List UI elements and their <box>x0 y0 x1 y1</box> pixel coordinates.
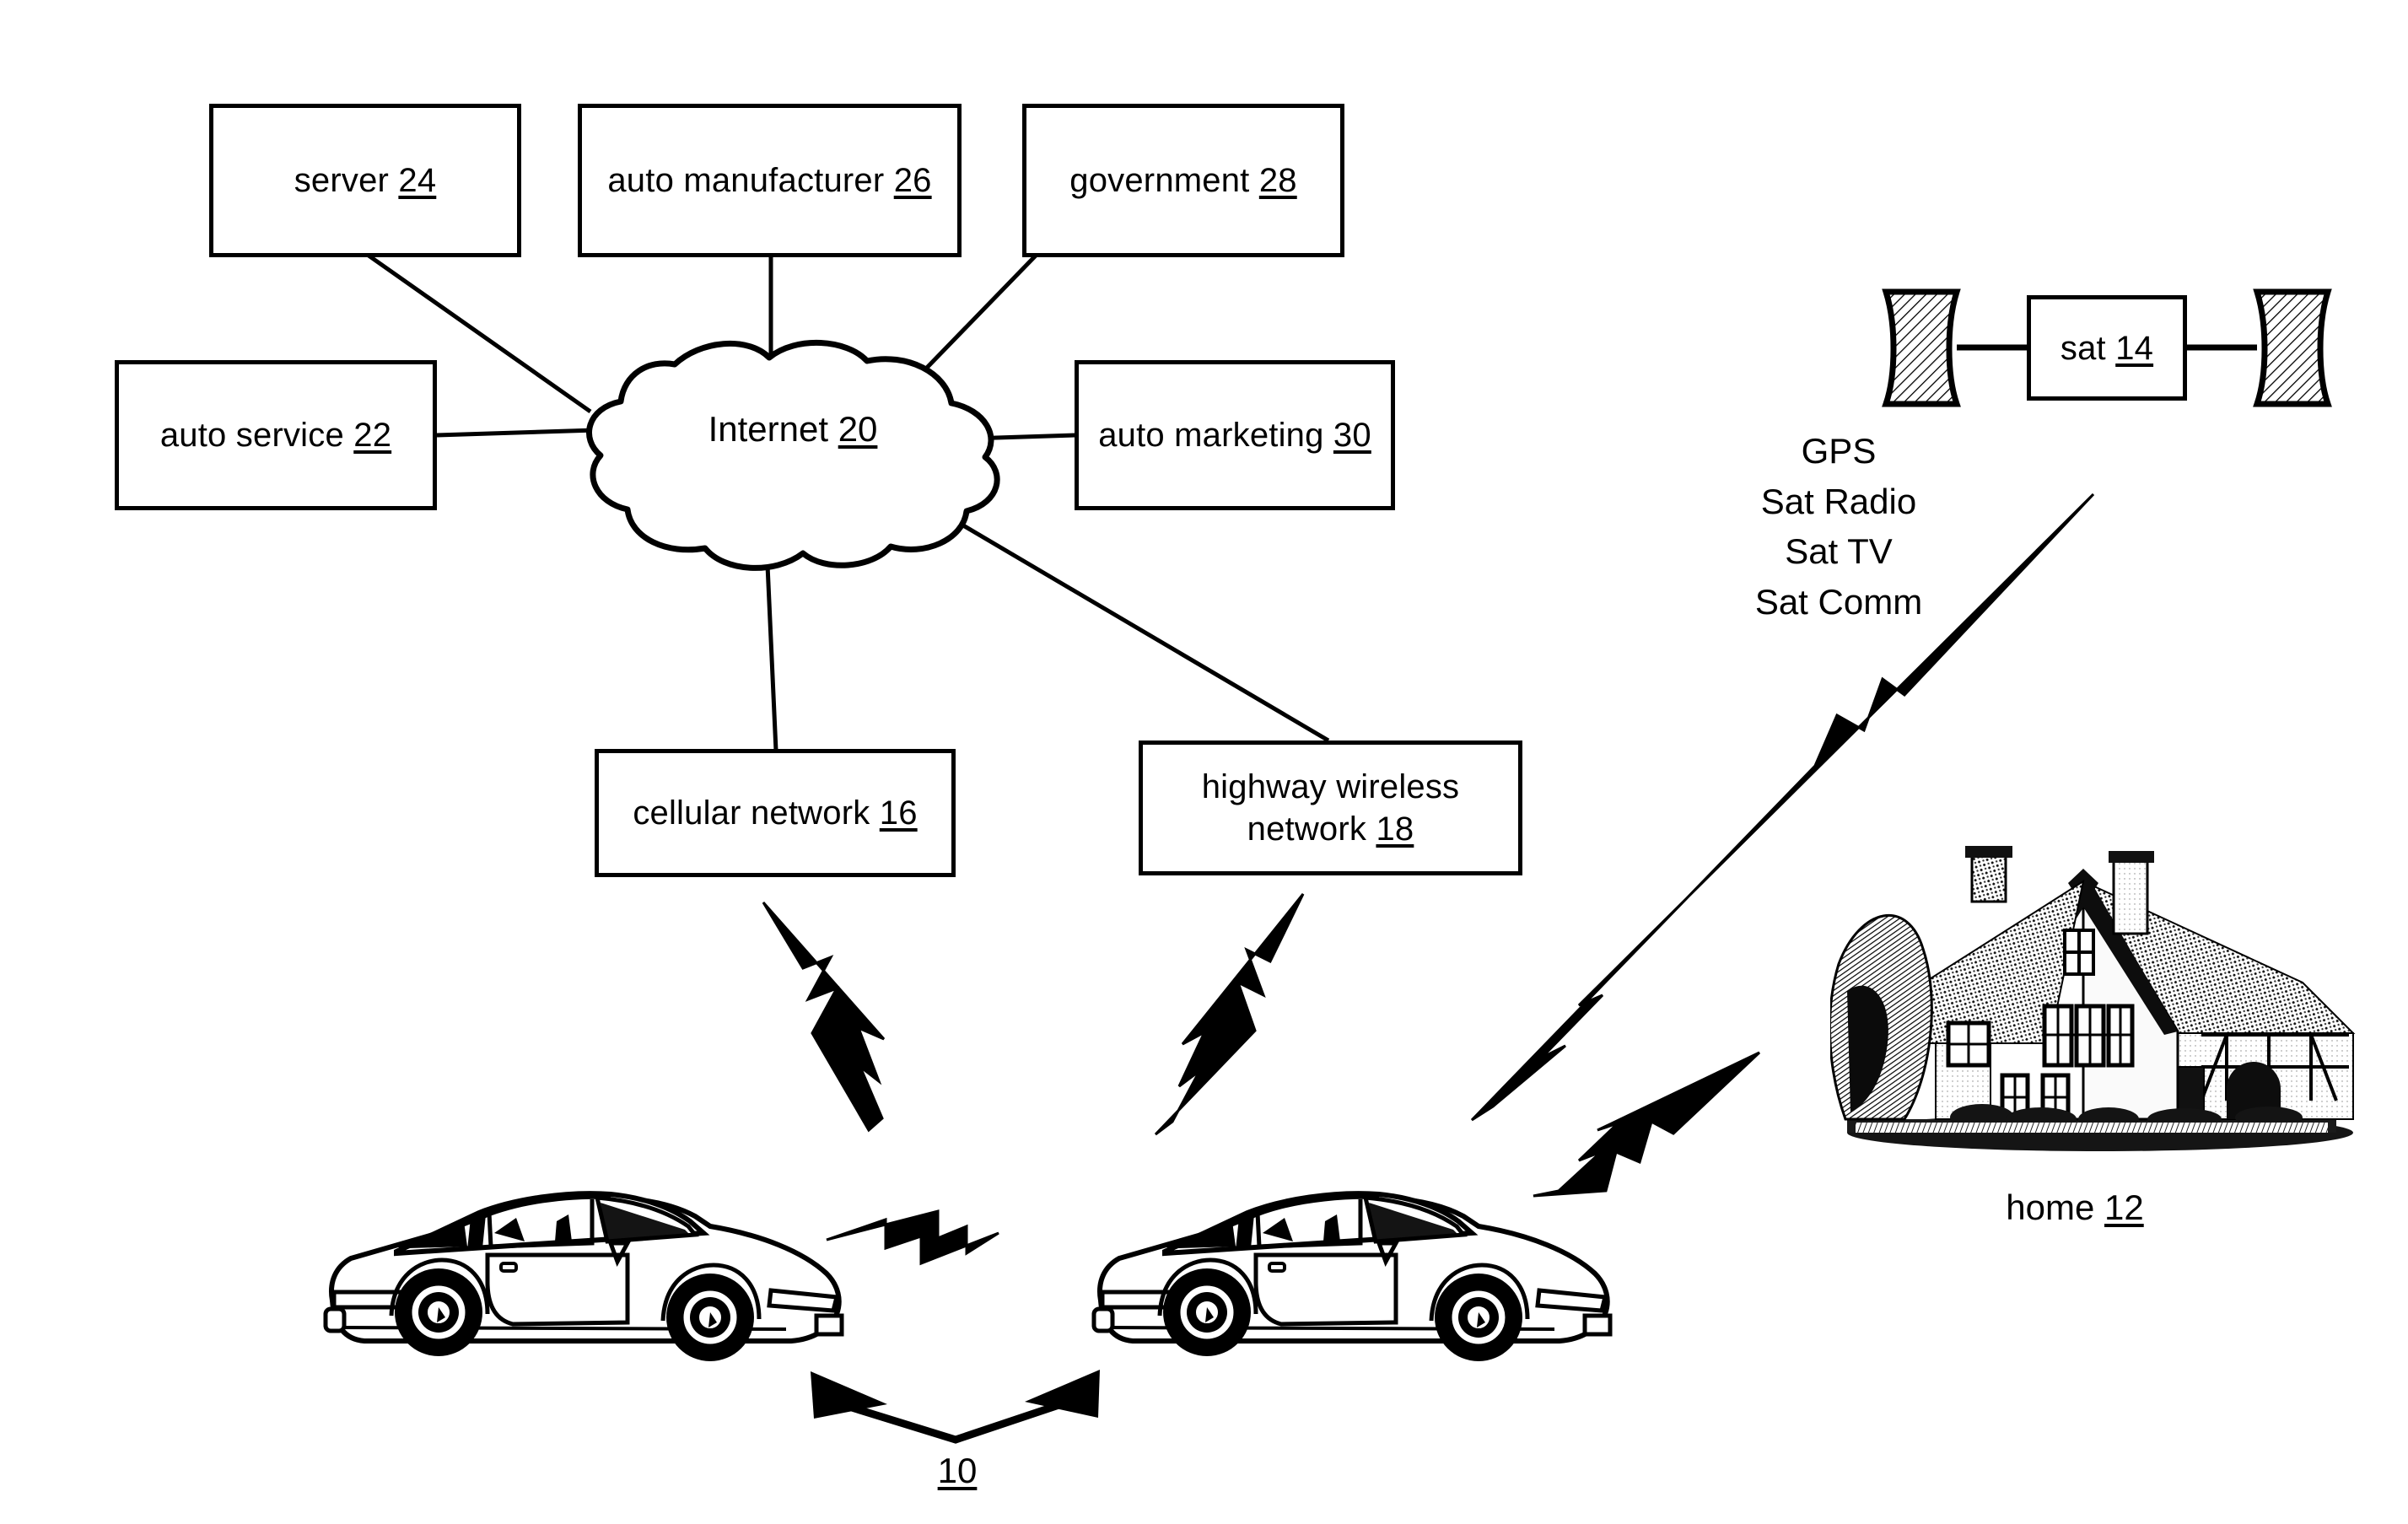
home-caption-ref: 12 <box>2104 1187 2144 1227</box>
solar-panel-icon-left <box>1882 288 1961 407</box>
satellite-service-sat-comm: Sat Comm <box>1754 581 1923 622</box>
node-satellite-ref: 14 <box>2115 329 2154 367</box>
cloud-icon <box>586 340 1000 571</box>
node-auto-marketing-ref: 30 <box>1333 417 1371 454</box>
node-auto-service[interactable]: auto service 22 <box>115 360 437 510</box>
lightning-bolt-icon-cellular <box>762 902 886 1133</box>
node-internet-ref: 20 <box>838 409 878 449</box>
vehicles-ref-tag: 10 <box>894 1451 1021 1491</box>
satellite-service-gps: GPS <box>1801 431 1877 471</box>
car-icon-left <box>323 1191 844 1361</box>
node-satellite-label: sat 14 <box>2060 329 2154 367</box>
home-caption: home 12 <box>2006 1187 2144 1227</box>
node-satellite[interactable]: sat 14 <box>2027 295 2187 401</box>
node-internet-label: Internet 20 <box>708 409 878 449</box>
node-government-ref: 28 <box>1258 162 1297 199</box>
connector-internet-to-highway <box>900 487 1330 743</box>
house-icon <box>1830 846 2356 1151</box>
connector-autoservice-to-internet <box>436 428 596 438</box>
node-auto-manufacturer-ref: 26 <box>893 162 932 199</box>
car-front-wheel-right <box>1435 1274 1522 1361</box>
node-server[interactable]: server 24 <box>209 104 521 257</box>
satellite-service-sat-radio: Sat Radio <box>1760 481 1917 521</box>
solar-panel-icon-right <box>2253 288 2332 407</box>
node-auto-manufacturer-label: auto manufacturer 26 <box>607 162 932 199</box>
node-highway-wireless-network[interactable]: highway wireless network 18 <box>1139 740 1522 875</box>
car-front-wheel-left <box>666 1274 754 1361</box>
node-highway-wireless-network-ref: 18 <box>1376 810 1414 848</box>
node-government[interactable]: government 28 <box>1022 104 1344 257</box>
satellite-services-list: GPS Sat Radio Sat TV Sat Comm <box>1704 426 1974 627</box>
satellite-service-sat-tv: Sat TV <box>1785 531 1893 572</box>
node-cellular-network-label: cellular network 16 <box>633 794 918 832</box>
node-auto-marketing[interactable]: auto marketing 30 <box>1075 360 1395 510</box>
node-cellular-network-ref: 16 <box>879 794 918 832</box>
node-auto-marketing-label: auto marketing 30 <box>1098 417 1371 454</box>
car-rear-wheel-left <box>395 1268 482 1356</box>
car-rear-wheel-right <box>1163 1268 1251 1356</box>
node-auto-manufacturer[interactable]: auto manufacturer 26 <box>578 104 962 257</box>
node-server-label: server 24 <box>294 162 437 199</box>
car-icon-right <box>1091 1191 1613 1361</box>
node-highway-wireless-network-label: highway wireless network 18 <box>1201 768 1460 848</box>
connector-government-to-internet <box>922 254 1037 373</box>
node-auto-service-label: auto service 22 <box>159 417 392 454</box>
node-cellular-network[interactable]: cellular network 16 <box>595 749 956 877</box>
lightning-bolt-icon-highway <box>1154 893 1305 1136</box>
figure-canvas: server 24 auto manufacturer 26 governmen… <box>0 0 2408 1524</box>
vehicles-ref: 10 <box>937 1451 978 1490</box>
node-server-ref: 24 <box>398 162 437 199</box>
node-auto-service-ref: 22 <box>353 417 392 454</box>
double-arrow-icon <box>811 1370 1100 1444</box>
node-government-label: government 28 <box>1069 162 1297 199</box>
